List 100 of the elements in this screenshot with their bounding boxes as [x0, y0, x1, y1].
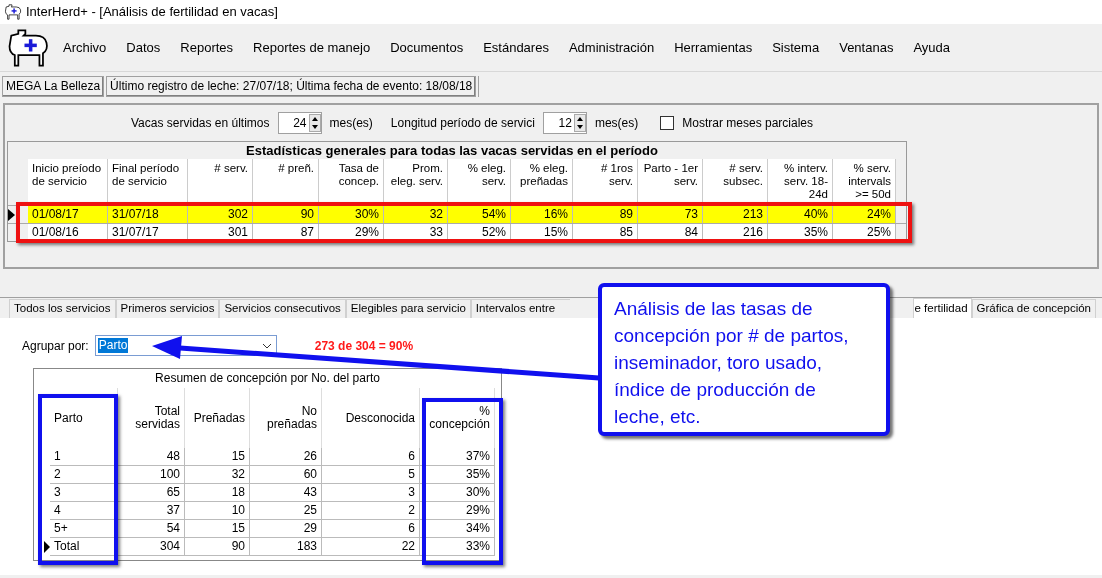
menu-item[interactable]: Ventanas — [830, 33, 903, 62]
tab[interactable]: Elegibles para servicio — [345, 299, 471, 318]
grid-cell: 89 — [573, 206, 638, 223]
tab[interactable]: Gráfica de concepción — [971, 299, 1096, 318]
grid-cell: 40% — [768, 206, 833, 223]
table-cell: 48 — [118, 448, 185, 466]
unit-label: mes(es) — [594, 115, 639, 132]
window-title: InterHerd+ - [Análisis de fertilidad en vacas] — [26, 3, 278, 22]
column-header: Tasa de concep. — [319, 159, 384, 205]
table-cell: 10 — [185, 502, 250, 520]
menu-item[interactable]: Reportes — [171, 33, 243, 62]
table-cell: 26 — [250, 448, 322, 466]
menu-item[interactable]: Herramientas — [665, 33, 762, 62]
period-spinner[interactable]: 12 — [542, 112, 587, 134]
table-cell: 34% — [420, 520, 495, 538]
table-cell: 37 — [118, 502, 185, 520]
months-spinner[interactable]: 24 — [277, 112, 322, 134]
column-header: # 1ros serv. — [573, 159, 638, 205]
field-label: Agrupar por: — [22, 337, 89, 355]
table-cell: 35% — [420, 466, 495, 484]
menu-item[interactable]: Datos — [117, 33, 170, 62]
table-cell: 54 — [118, 520, 185, 538]
column-header: No preñadas — [250, 388, 322, 448]
status-panel: Último registro de leche: 27/07/18; Última fecha de evento: 18/08/18 — [106, 75, 477, 97]
table-cell: 3 — [50, 484, 118, 502]
table-cell: 15 — [185, 448, 250, 466]
grid-cell: 90 — [253, 206, 319, 223]
chevron-down-icon[interactable] — [261, 342, 272, 349]
tab[interactable]: Primeros servicios — [115, 299, 220, 318]
tab[interactable]: Intervalos entre — [470, 299, 570, 318]
menu-item[interactable]: Reportes de manejo — [244, 33, 380, 62]
table-title: Resumen de concepción por No. del parto — [154, 370, 381, 387]
column-header: Desconocida — [322, 388, 420, 448]
column-header: # serv. subsec. — [703, 159, 768, 205]
table-cell: 25 — [250, 502, 322, 520]
table-cell: 43 — [250, 484, 322, 502]
table-cell: 6 — [322, 448, 420, 466]
grid-cell: 01/08/17 — [28, 206, 108, 223]
spin-arrows-icon[interactable] — [573, 114, 586, 132]
table-cell: 1 — [50, 448, 118, 466]
checkbox-label: Mostrar meses parciales — [682, 115, 813, 132]
column-header: # preñ. — [253, 159, 319, 205]
menu-item[interactable]: Estándares — [474, 33, 558, 62]
table-cell: 3 — [322, 484, 420, 502]
table-cell: 183 — [250, 538, 322, 556]
grid-cell: 54% — [448, 206, 511, 223]
menu-item[interactable]: Sistema — [763, 33, 829, 62]
table-cell: 30% — [420, 484, 495, 502]
table-cell: 32 — [185, 466, 250, 484]
menu-item[interactable]: Documentos — [381, 33, 473, 62]
app-icon — [4, 4, 22, 20]
column-header: % concepción — [420, 388, 495, 448]
table-cell: 100 — [118, 466, 185, 484]
status-panel: MEGA La Belleza — [2, 75, 105, 97]
menu-item[interactable]: Administración — [559, 33, 664, 62]
unit-label: mes(es) — [329, 115, 373, 132]
grid-cell: 16% — [511, 206, 573, 223]
grid-cell: 24% — [833, 206, 896, 223]
menu-item[interactable]: Ayuda — [904, 33, 960, 62]
table-cell: Total — [50, 538, 118, 556]
table-cell: 18 — [185, 484, 250, 502]
column-header: # serv. — [188, 159, 253, 205]
table-cell: 5+ — [50, 520, 118, 538]
grid-cell: 32 — [384, 206, 448, 223]
table-cell: 6 — [322, 520, 420, 538]
column-header: Total servidas — [118, 388, 185, 448]
callout-box: Análisis de las tasas de concepción por # de partos, inseminador, toro usado, índice de producción de leche, etc. — [598, 283, 890, 436]
grid-cell: 213 — [703, 206, 768, 223]
table-cell: 2 — [322, 502, 420, 520]
column-header: % eleg. serv. — [448, 159, 511, 205]
table-cell: 65 — [118, 484, 185, 502]
column-header: Inicio preíodo de servicio — [28, 159, 108, 205]
tab[interactable]: Servicios consecutivos — [219, 299, 346, 318]
column-header: Preñadas — [185, 388, 250, 448]
menu-item[interactable]: Archivo — [54, 33, 116, 62]
spin-arrows-icon[interactable] — [308, 114, 321, 132]
partial-checkbox[interactable] — [660, 116, 675, 130]
field-label: Vacas servidas en últimos — [131, 115, 270, 132]
table-cell: 33% — [420, 538, 495, 556]
column-header: Final período de servicio — [108, 159, 188, 205]
table-cell: 90 — [185, 538, 250, 556]
column-header: Parto — [50, 388, 118, 448]
grid-cell: 302 — [188, 206, 253, 223]
table-cell: 2 — [50, 466, 118, 484]
column-header: % interv. serv. 18-24d — [768, 159, 833, 205]
grid-cell: 31/07/18 — [108, 206, 188, 223]
field-label: Longitud período de servici — [390, 115, 535, 132]
tab[interactable]: Todos los servicios — [9, 299, 116, 318]
grid-cell: 30% — [319, 206, 384, 223]
summary-note: 273 de 304 = 90% — [314, 337, 414, 355]
column-header: Prom. eleg. serv. — [384, 159, 448, 205]
column-header: % eleg. preñadas — [511, 159, 573, 205]
table-cell: 29 — [250, 520, 322, 538]
column-header: % serv. intervals >= 50d — [833, 159, 896, 205]
table-cell: 22 — [322, 538, 420, 556]
table-cell: 5 — [322, 466, 420, 484]
table-cell: 29% — [420, 502, 495, 520]
table-cell: 37% — [420, 448, 495, 466]
table-cell: 60 — [250, 466, 322, 484]
tab[interactable]: e fertilidad — [912, 298, 972, 318]
